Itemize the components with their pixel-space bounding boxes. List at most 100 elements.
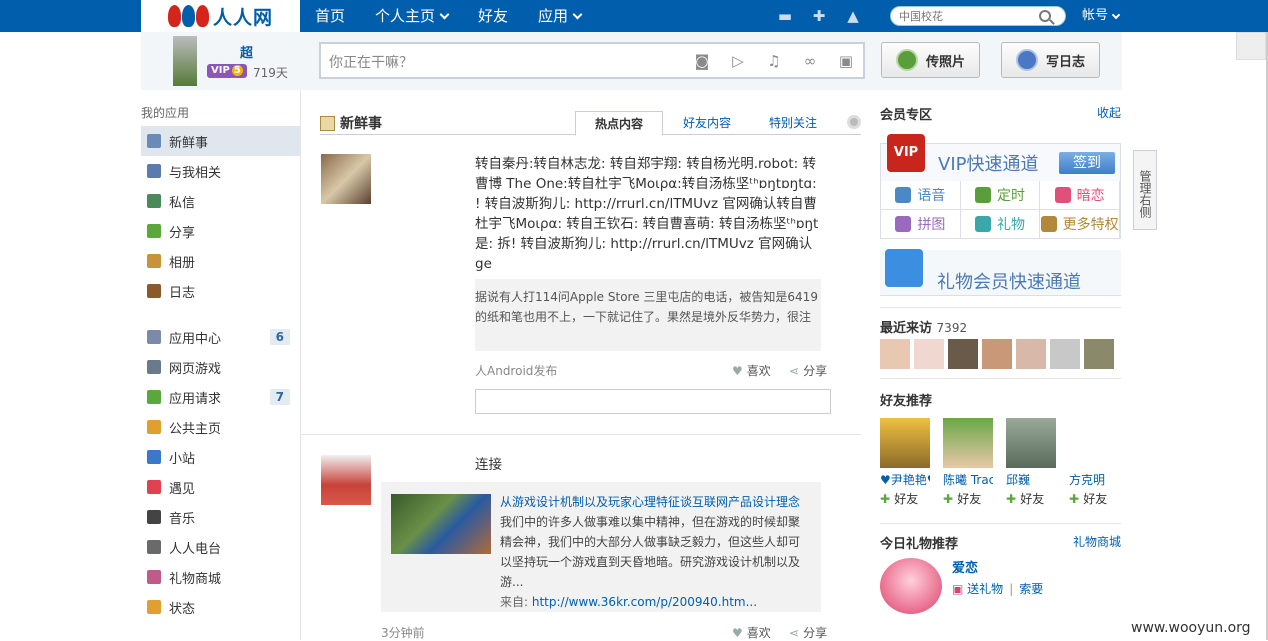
- logo-mark-icon: [167, 5, 209, 27]
- add-friend-button[interactable]: ✚ 好友: [1006, 490, 1056, 507]
- sidebar-item[interactable]: 日志: [141, 276, 300, 306]
- gift-shop-link[interactable]: 礼物商城: [1073, 533, 1121, 552]
- avatar[interactable]: [321, 455, 371, 505]
- sidebar-item-label: 状态: [169, 601, 196, 617]
- sidebar-item[interactable]: 遇见: [141, 472, 300, 502]
- vip-fast-channel[interactable]: VIP VIP快速通道 签到: [881, 134, 1120, 180]
- avatar[interactable]: [880, 418, 930, 468]
- movie-icon[interactable]: ▣: [837, 53, 855, 69]
- account-menu[interactable]: 帐号: [1082, 0, 1121, 32]
- search-input[interactable]: [899, 9, 1039, 23]
- source-link[interactable]: http://www.36kr.com/p/200940.htm...: [532, 595, 757, 609]
- sidebar-item[interactable]: 状态: [141, 592, 300, 622]
- heart-icon: ♥: [732, 363, 743, 378]
- comment-input[interactable]: [475, 389, 831, 414]
- avatar[interactable]: [1069, 418, 1119, 468]
- sidebar-item[interactable]: 小站: [141, 442, 300, 472]
- nav-home[interactable]: 首页: [300, 0, 360, 32]
- vip-privilege-item[interactable]: 礼物: [960, 210, 1041, 239]
- share-button[interactable]: ⋖ 分享: [789, 362, 827, 379]
- ask-gift-link[interactable]: 索要: [1019, 582, 1043, 596]
- sidebar-item[interactable]: 人人电台: [141, 532, 300, 562]
- puzzle-icon: [147, 390, 161, 404]
- sidebar-item[interactable]: 应用请求 7: [141, 382, 300, 412]
- sidebar-item[interactable]: 与我相关: [141, 156, 300, 186]
- quoted-post[interactable]: 据说有人打114问Apple Store 三里屯店的电话，被告知是6419 的纸…: [475, 279, 821, 351]
- avatar[interactable]: [914, 339, 944, 369]
- collapse-link[interactable]: 收起: [1097, 104, 1121, 123]
- add-friend-button[interactable]: ✚ 好友: [880, 490, 930, 507]
- gift-icon: ▣: [952, 582, 964, 596]
- manage-right-tab[interactable]: 管理右侧: [1133, 150, 1157, 230]
- sign-in-button[interactable]: 签到: [1059, 152, 1115, 174]
- shared-article[interactable]: 从游戏设计机制以及玩家心理特征谈互联网产品设计理念 我们中的许多人做事难以集中精…: [381, 482, 821, 612]
- gift-today-header: 今日礼物推荐 礼物商城: [880, 533, 1121, 552]
- vip-badge[interactable]: VIP 5: [207, 64, 247, 78]
- like-button[interactable]: ♥ 喜欢: [732, 362, 771, 379]
- search-icon[interactable]: [1039, 10, 1051, 22]
- sidebar-item[interactable]: 新鲜事: [141, 126, 300, 156]
- privilege-icon: [1040, 216, 1057, 232]
- link-icon[interactable]: ∞: [801, 53, 819, 69]
- add-friend-button[interactable]: ✚ 好友: [943, 490, 993, 507]
- gift-name[interactable]: 爱恋: [952, 557, 978, 576]
- vip-privilege-item[interactable]: 语音: [881, 181, 961, 210]
- avatar[interactable]: [880, 339, 910, 369]
- corner-icon[interactable]: [1236, 32, 1266, 60]
- friend-name[interactable]: 陈曦 Trac: [943, 471, 993, 488]
- article-thumbnail[interactable]: [391, 494, 491, 554]
- vip-privilege-item[interactable]: 定时: [960, 181, 1041, 210]
- tab-friends[interactable]: 好友内容: [675, 111, 739, 135]
- article-title[interactable]: 从游戏设计机制以及玩家心理特征谈互联网产品设计理念: [500, 492, 810, 512]
- sidebar-item[interactable]: 私信: [141, 186, 300, 216]
- add-friend-icon[interactable]: ✚: [809, 6, 829, 26]
- avatar[interactable]: [1006, 418, 1056, 468]
- avatar[interactable]: [1084, 339, 1114, 369]
- avatar[interactable]: [1050, 339, 1080, 369]
- nav-profile[interactable]: 个人主页: [360, 0, 463, 32]
- video-icon[interactable]: ▷: [729, 53, 747, 69]
- chat-icon[interactable]: ▬: [775, 6, 795, 26]
- friend-name[interactable]: 方克明: [1069, 471, 1119, 488]
- status-input[interactable]: 你正在干嘛？ ◙ ▷ ♫ ∞ ▣: [319, 42, 865, 79]
- upload-photo-button[interactable]: 传照片: [881, 42, 980, 78]
- write-blog-button[interactable]: 写日志: [1001, 42, 1100, 78]
- renren-logo[interactable]: 人人网: [141, 0, 300, 32]
- sidebar-item[interactable]: 网页游戏: [141, 352, 300, 382]
- sidebar-item[interactable]: 应用中心 6: [141, 322, 300, 352]
- sidebar-item[interactable]: 音乐: [141, 502, 300, 532]
- sidebar-item[interactable]: 礼物商城: [141, 562, 300, 592]
- music-note-icon[interactable]: ♫: [765, 53, 783, 69]
- avatar[interactable]: [173, 36, 197, 86]
- avatar[interactable]: [948, 339, 978, 369]
- gear-icon[interactable]: [847, 115, 861, 129]
- tab-hot[interactable]: 热点内容: [575, 111, 663, 136]
- avatar[interactable]: [1016, 339, 1046, 369]
- vip-privilege-item[interactable]: 拼图: [881, 210, 961, 239]
- vip-privilege-item[interactable]: 更多特权: [1040, 210, 1120, 239]
- friend-name[interactable]: 邱巍: [1006, 471, 1056, 488]
- article-line: 我们中的许多人做事难以集中精神，但在游戏的时候却聚: [500, 515, 801, 529]
- tab-special[interactable]: 特别关注: [760, 111, 826, 135]
- nav-friends[interactable]: 好友: [463, 0, 523, 32]
- user-name[interactable]: 超: [240, 42, 253, 61]
- avatar[interactable]: [321, 154, 371, 204]
- bell-icon[interactable]: ▲: [843, 6, 863, 26]
- vip-privilege-item[interactable]: 暗恋: [1040, 181, 1120, 210]
- avatar[interactable]: [943, 418, 993, 468]
- like-button[interactable]: ♥ 喜欢: [732, 624, 771, 641]
- gift-vip-channel[interactable]: 礼物会员快速通道: [880, 249, 1121, 296]
- sidebar-item-label: 遇见: [169, 481, 196, 497]
- sidebar-item[interactable]: 分享: [141, 216, 300, 246]
- avatar[interactable]: [982, 339, 1012, 369]
- send-gift-link[interactable]: 送礼物: [967, 582, 1003, 596]
- sidebar-item-label: 日志: [169, 285, 196, 301]
- share-button[interactable]: ⋖ 分享: [789, 624, 827, 641]
- sidebar-item[interactable]: 公共主页: [141, 412, 300, 442]
- friend-name[interactable]: ♥尹艳艳♥: [880, 471, 930, 488]
- cake-gift-image[interactable]: [880, 558, 942, 614]
- sidebar-item[interactable]: 相册: [141, 246, 300, 276]
- nav-apps[interactable]: 应用: [523, 0, 596, 32]
- add-friend-button[interactable]: ✚ 好友: [1069, 490, 1119, 507]
- camera-icon[interactable]: ◙: [693, 53, 711, 69]
